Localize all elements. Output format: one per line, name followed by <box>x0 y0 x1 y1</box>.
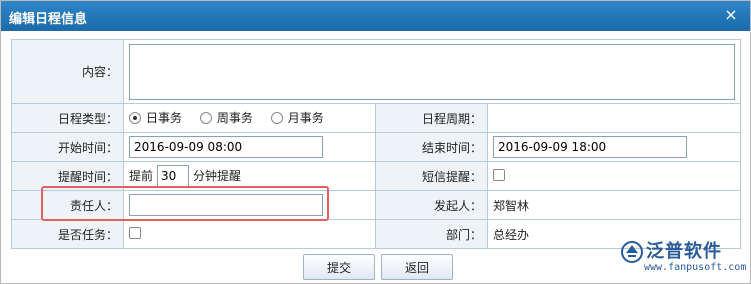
start-time-label: 开始时间： <box>11 132 124 162</box>
schedule-cycle-label: 日程周期： <box>375 103 488 133</box>
fanpusoft-watermark: 泛普软件 www.fanpusoft.com <box>616 237 746 281</box>
radio-weekly-dot[interactable] <box>199 111 212 124</box>
row-reminder: 提醒时间： 提前 分钟提醒 短信提醒： <box>11 161 741 191</box>
start-time-cell <box>123 132 376 162</box>
responsible-input[interactable] <box>129 194 323 216</box>
end-time-label: 结束时间： <box>375 132 488 162</box>
department-label: 部门： <box>375 219 488 249</box>
row-schedule-type: 日程类型： 日事务 周事务 月事务 日程周期： <box>11 103 741 133</box>
schedule-cycle-value <box>487 103 741 133</box>
schedule-type-options: 日事务 周事务 月事务 <box>123 103 376 133</box>
start-time-input[interactable] <box>129 136 323 158</box>
schedule-type-label: 日程类型： <box>11 103 124 133</box>
radio-monthly-dot[interactable] <box>270 111 283 124</box>
responsible-label: 责任人： <box>11 190 124 220</box>
row-responsible: 责任人： 发起人： 郑智林 <box>11 190 741 220</box>
is-task-cell <box>123 219 376 249</box>
sms-reminder-checkbox[interactable] <box>493 168 505 181</box>
radio-daily-dot[interactable] <box>129 111 141 124</box>
reminder-prefix: 提前 <box>129 169 154 183</box>
row-content: 内容： <box>11 39 741 104</box>
watermark-brand: 泛普软件 <box>646 241 722 262</box>
reminder-cell: 提前 分钟提醒 <box>123 161 376 191</box>
row-times: 开始时间： 结束时间： <box>11 132 741 162</box>
radio-monthly-label: 月事务 <box>287 111 324 126</box>
reminder-minutes-input[interactable] <box>157 165 190 187</box>
is-task-checkbox[interactable] <box>129 226 141 239</box>
is-task-label: 是否任务： <box>11 219 124 249</box>
edit-schedule-dialog: 编辑日程信息 × 内容： 日程类型： 日事务 周事务 月事务 日程周期： 开始时… <box>0 0 751 284</box>
end-time-cell <box>487 132 741 162</box>
submit-button[interactable]: 提交 <box>303 254 375 280</box>
radio-daily[interactable]: 日事务 <box>129 109 182 126</box>
dialog-titlebar: 编辑日程信息 × <box>1 1 750 31</box>
radio-monthly[interactable]: 月事务 <box>270 109 324 126</box>
initiator-label: 发起人： <box>375 190 488 220</box>
radio-daily-label: 日事务 <box>146 111 183 126</box>
fanpusoft-logo-icon <box>621 241 643 263</box>
radio-weekly-label: 周事务 <box>216 111 253 126</box>
content-label: 内容： <box>11 39 124 104</box>
radio-weekly[interactable]: 周事务 <box>199 109 253 126</box>
back-button[interactable]: 返回 <box>381 254 453 280</box>
content-cell <box>123 39 741 104</box>
initiator-value: 郑智林 <box>487 190 741 220</box>
content-textarea[interactable] <box>129 43 735 100</box>
reminder-label: 提醒时间： <box>11 161 124 191</box>
responsible-cell <box>123 190 376 220</box>
reminder-suffix: 分钟提醒 <box>193 169 242 183</box>
schedule-form-table: 内容： 日程类型： 日事务 周事务 月事务 日程周期： 开始时间： 结束时间： <box>11 39 741 249</box>
end-time-input[interactable] <box>493 136 687 158</box>
sms-reminder-cell <box>487 161 741 191</box>
watermark-url: www.fanpusoft.com <box>644 262 747 273</box>
dialog-title: 编辑日程信息 <box>9 12 88 27</box>
sms-reminder-label: 短信提醒： <box>375 161 488 191</box>
close-icon[interactable]: × <box>722 6 740 24</box>
